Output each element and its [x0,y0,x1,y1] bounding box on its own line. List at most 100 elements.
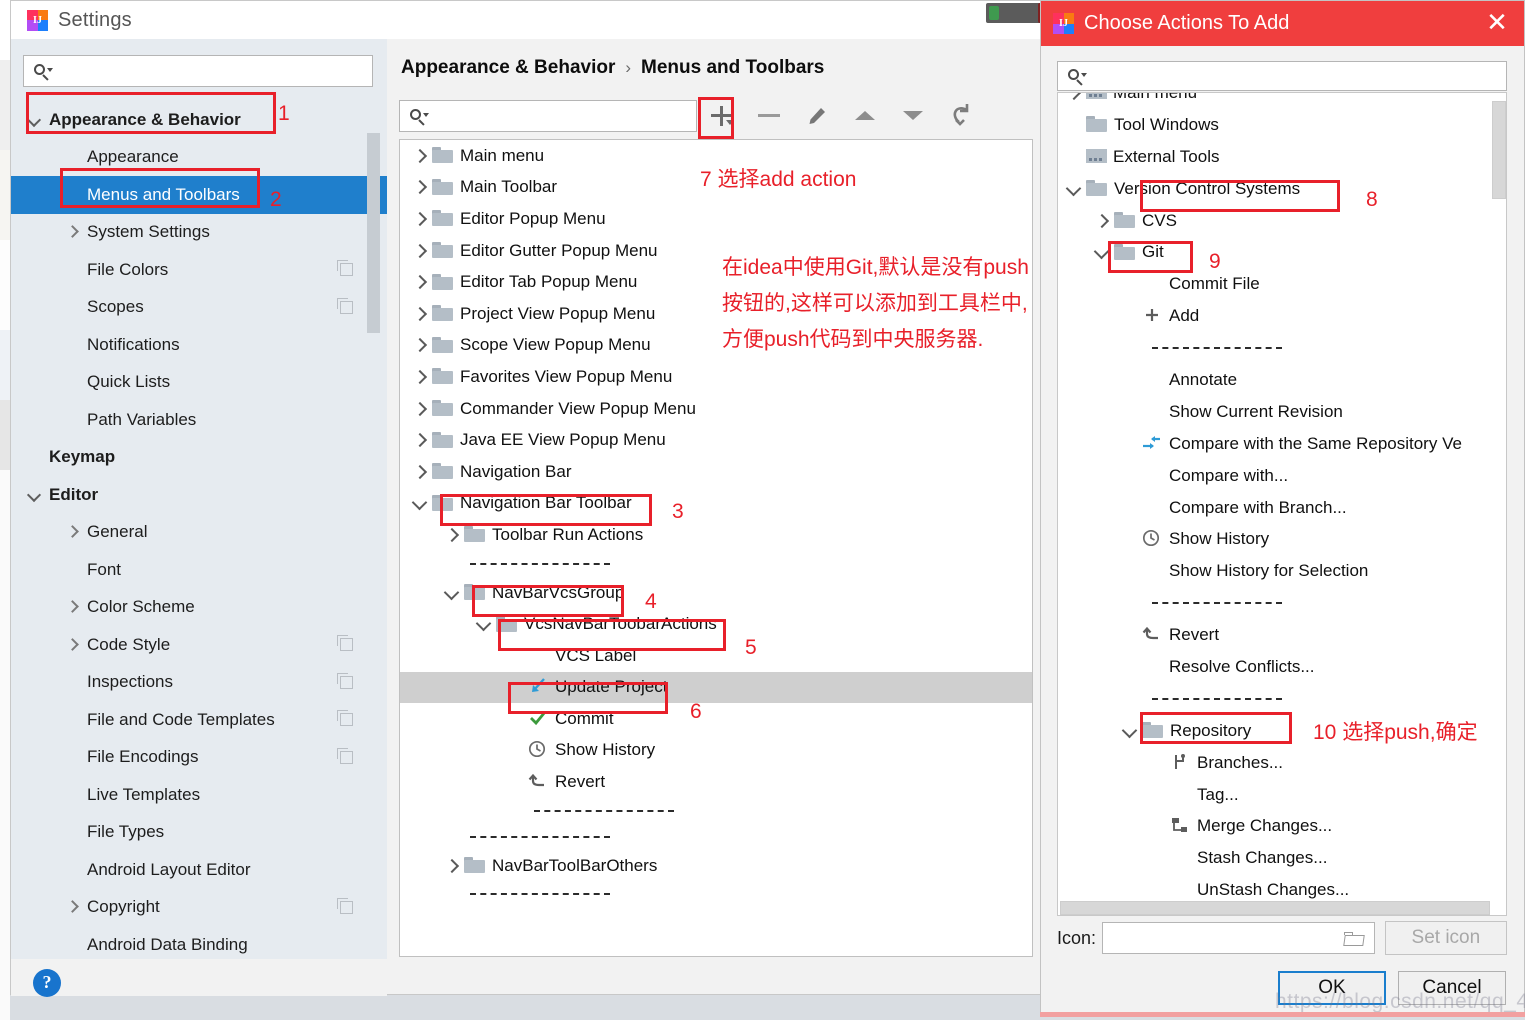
tree-row[interactable]: Navigation Bar [400,456,1032,488]
add-button[interactable] [705,100,737,132]
chevron-right-icon[interactable] [408,302,432,326]
action-row[interactable]: Commit File [1058,268,1506,300]
sidebar-search-input[interactable] [23,55,373,87]
sidebar-item-appearance-behavior[interactable]: Appearance & Behavior [11,101,387,139]
copy-settings-icon[interactable] [337,710,353,727]
chevron-down-icon[interactable] [1090,240,1114,264]
sidebar-item-copyright[interactable]: Copyright [11,889,387,927]
copy-settings-icon[interactable] [337,672,353,689]
copy-settings-icon[interactable] [337,297,353,314]
tree-row[interactable]: Navigation Bar Toolbar [400,488,1032,520]
tree-row[interactable]: VCS Label [400,640,1032,672]
folder-open-icon[interactable] [1342,931,1366,947]
chevron-down-icon[interactable] [1118,719,1142,743]
action-row[interactable]: Show Current Revision [1058,396,1506,428]
sidebar-item-scopes[interactable]: Scopes [11,289,387,327]
copy-settings-icon[interactable] [337,260,353,277]
sidebar-item-inspections[interactable]: Inspections [11,664,387,702]
dialog-search-input[interactable] [1057,61,1507,91]
chevron-right-icon[interactable] [440,854,464,878]
action-row[interactable]: Revert [1058,619,1506,651]
action-row[interactable]: Version Control Systems [1058,173,1506,205]
chevron-right-icon[interactable] [63,523,81,541]
action-row[interactable]: Add [1058,300,1506,332]
set-icon-button[interactable]: Set icon [1384,921,1507,955]
sidebar-item-android-data-binding[interactable]: Android Data Binding [11,926,387,959]
sidebar-item-editor[interactable]: Editor [11,476,387,514]
sidebar-scrollbar-thumb[interactable] [367,133,380,333]
action-row[interactable]: Main menu [1058,93,1506,109]
sidebar-item-general[interactable]: General [11,514,387,552]
action-row[interactable]: Branches... [1058,747,1506,779]
tree-row[interactable]: NavBarToolBarOthers [400,850,1032,882]
action-row[interactable]: Show History [1058,523,1506,555]
sidebar-item-code-style[interactable]: Code Style [11,626,387,664]
move-up-button[interactable] [849,100,881,132]
minimize-button[interactable] [989,6,999,20]
chevron-right-icon[interactable] [63,636,81,654]
tree-row[interactable]: VcsNavBarToobarActions [400,608,1032,640]
restore-button[interactable] [945,100,977,132]
action-row[interactable]: Tag... [1058,779,1506,811]
copy-settings-icon[interactable] [337,635,353,652]
tree-row[interactable]: Show History [400,735,1032,767]
action-row[interactable]: External Tools [1058,141,1506,173]
chevron-right-icon[interactable] [408,428,432,452]
action-row[interactable]: Annotate [1058,364,1506,396]
chevron-right-icon[interactable] [63,898,81,916]
chevron-right-icon[interactable] [1062,93,1086,105]
tree-row[interactable]: Update Project [400,671,1032,704]
sidebar-item-notifications[interactable]: Notifications [11,326,387,364]
chevron-right-icon[interactable] [408,175,432,199]
sidebar-item-live-templates[interactable]: Live Templates [11,776,387,814]
chevron-right-icon[interactable] [408,270,432,294]
tree-row[interactable]: Toolbar Run Actions [400,519,1032,551]
icon-path-input[interactable] [1102,922,1375,954]
sidebar-item-quick-lists[interactable]: Quick Lists [11,364,387,402]
action-row[interactable]: Compare with... [1058,460,1506,492]
chevron-right-icon[interactable] [408,460,432,484]
chevron-right-icon[interactable] [408,239,432,263]
chevron-right-icon[interactable] [408,365,432,389]
sidebar-item-color-scheme[interactable]: Color Scheme [11,589,387,627]
action-row[interactable]: Resolve Conflicts... [1058,651,1506,683]
sidebar-item-system-settings[interactable]: System Settings [11,214,387,252]
dialog-horizontal-scrollbar[interactable] [1060,901,1490,915]
help-button[interactable]: ? [33,969,61,997]
action-row[interactable]: Tool Windows [1058,109,1506,141]
sidebar-item-file-colors[interactable]: File Colors [11,251,387,289]
chevron-down-icon[interactable] [408,491,432,515]
tree-row[interactable]: Java EE View Popup Menu [400,424,1032,456]
sidebar-item-path-variables[interactable]: Path Variables [11,401,387,439]
action-row[interactable]: Compare with Branch... [1058,492,1506,524]
tree-row[interactable]: Revert [400,766,1032,798]
action-row[interactable]: Merge Changes... [1058,810,1506,842]
action-row[interactable]: CVS [1058,205,1506,237]
close-icon[interactable]: ✕ [1484,9,1510,36]
action-row[interactable]: Show History for Selection [1058,555,1506,587]
chevron-right-icon[interactable] [408,207,432,231]
tree-row[interactable]: Editor Popup Menu [400,203,1032,235]
sidebar-item-file-and-code-templates[interactable]: File and Code Templates [11,701,387,739]
chevron-right-icon[interactable] [1090,209,1114,233]
chevron-down-icon[interactable] [25,111,43,129]
move-down-button[interactable] [897,100,929,132]
copy-settings-icon[interactable] [337,897,353,914]
actions-tree[interactable]: Main menu Tool Windows External Tools Versi… [1057,92,1507,916]
sidebar-item-font[interactable]: Font [11,551,387,589]
breadcrumb-root[interactable]: Appearance & Behavior [401,57,615,79]
settings-category-tree[interactable]: Appearance & Behavior Appearance Menus and… [11,101,387,959]
chevron-right-icon[interactable] [63,223,81,241]
edit-button[interactable] [801,100,833,132]
chevron-right-icon[interactable] [408,333,432,357]
chevron-right-icon[interactable] [408,144,432,168]
tree-row[interactable]: Commit [400,703,1032,735]
chevron-right-icon[interactable] [440,523,464,547]
action-row[interactable]: Git [1058,236,1506,268]
chevron-down-icon[interactable] [472,612,496,636]
chevron-right-icon[interactable] [408,397,432,421]
tree-row[interactable]: Favorites View Popup Menu [400,361,1032,393]
action-row[interactable]: Compare with the Same Repository Ve [1058,428,1506,460]
tree-row[interactable]: Commander View Popup Menu [400,393,1032,425]
sidebar-item-keymap[interactable]: Keymap [11,439,387,477]
